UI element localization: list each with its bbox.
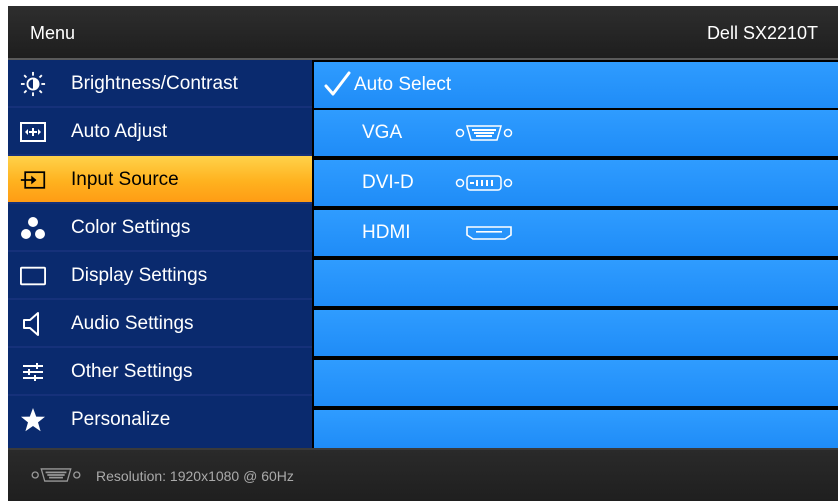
empty-row — [314, 310, 838, 356]
display-settings-icon — [20, 264, 46, 288]
option-label: HDMI — [362, 222, 411, 243]
menu-item-display-settings[interactable]: Display Settings — [8, 252, 312, 300]
menu-item-label: Display Settings — [71, 265, 208, 286]
monitor-model: Dell SX2210T — [706, 23, 818, 43]
option-label: DVI-D — [362, 172, 414, 193]
menu-item-audio-settings[interactable]: Audio Settings — [8, 300, 312, 348]
menu-item-label: Auto Adjust — [71, 121, 168, 142]
input-source-icon — [20, 168, 46, 192]
star-icon — [20, 408, 46, 432]
menu-item-label: Brightness/Contrast — [71, 73, 238, 94]
main-menu: Brightness/Contrast Auto Adjust Input So… — [8, 60, 312, 448]
color-settings-icon — [20, 216, 46, 240]
option-dvi-d[interactable]: DVI-D — [314, 160, 838, 206]
resolution-status: Resolution: 1920x1080 @ 60Hz — [96, 468, 294, 484]
menu-item-label: Other Settings — [71, 361, 193, 382]
option-vga[interactable]: VGA — [314, 110, 838, 156]
menu-item-input-source[interactable]: Input Source — [8, 156, 312, 204]
option-label: Auto Select — [354, 74, 452, 95]
monitor-osd: Menu Dell SX2210T Brightness/Contrast Au… — [8, 6, 838, 501]
speaker-icon — [20, 312, 46, 336]
status-footer: Resolution: 1920x1080 @ 60Hz — [8, 448, 838, 501]
menu-item-color-settings[interactable]: Color Settings — [8, 204, 312, 252]
empty-row — [314, 260, 838, 306]
menu-item-auto-adjust[interactable]: Auto Adjust — [8, 108, 312, 156]
menu-item-label: Audio Settings — [71, 313, 194, 334]
option-hdmi[interactable]: HDMI — [314, 210, 838, 256]
brightness-icon — [20, 71, 46, 97]
menu-item-personalize[interactable]: Personalize — [8, 396, 312, 448]
empty-row — [314, 410, 838, 448]
dvi-port-icon — [454, 173, 514, 198]
empty-row — [314, 360, 838, 406]
vga-port-icon — [454, 123, 514, 148]
menu-item-label: Input Source — [71, 169, 179, 190]
hdmi-port-icon — [464, 223, 514, 248]
menu-item-other-settings[interactable]: Other Settings — [8, 348, 312, 396]
option-label: VGA — [362, 122, 403, 143]
submenu-panel: Auto Select VGA DVI-D HDMI — [312, 60, 838, 448]
vga-port-icon — [30, 466, 82, 489]
menu-item-label: Color Settings — [71, 217, 191, 238]
menu-title: Menu — [30, 23, 76, 43]
menu-item-brightness-contrast[interactable]: Brightness/Contrast — [8, 60, 312, 108]
menu-item-label: Personalize — [71, 409, 171, 430]
option-auto-select[interactable]: Auto Select — [314, 62, 838, 108]
sliders-icon — [20, 360, 46, 384]
check-icon — [322, 69, 352, 99]
auto-adjust-icon — [20, 120, 46, 144]
osd-header: Menu Dell SX2210T — [8, 6, 838, 60]
